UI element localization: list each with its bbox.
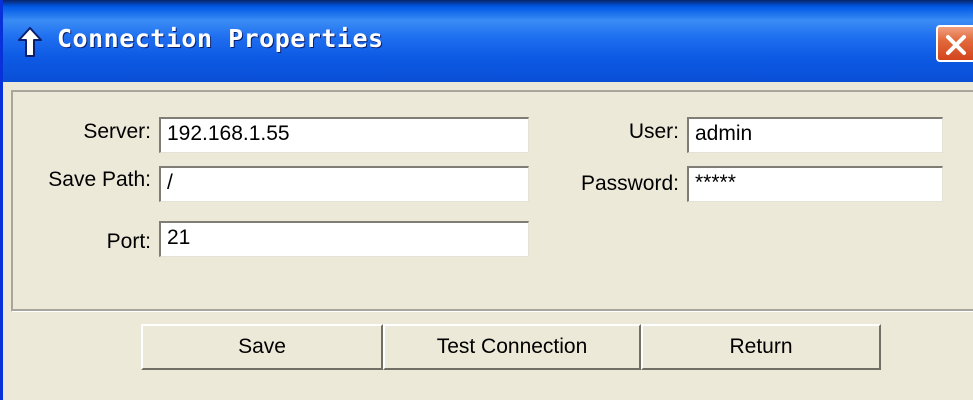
up-arrow-icon xyxy=(17,27,43,57)
save-button[interactable]: Save xyxy=(141,324,383,370)
divider xyxy=(11,309,973,311)
port-input[interactable]: 21 xyxy=(159,221,529,257)
user-label: User: xyxy=(628,120,679,143)
server-input[interactable]: 192.168.1.55 xyxy=(159,117,529,153)
close-button[interactable] xyxy=(936,25,973,62)
window-title: Connection Properties xyxy=(57,24,384,53)
save-path-input[interactable]: / xyxy=(159,166,529,202)
user-input[interactable]: admin xyxy=(687,117,943,153)
port-label: Port: xyxy=(106,230,151,253)
connection-properties-window: Connection Properties Server: 192.168.1.… xyxy=(0,0,973,400)
test-connection-button[interactable]: Test Connection xyxy=(383,324,641,370)
title-bar[interactable]: Connection Properties xyxy=(3,0,973,82)
server-label: Server: xyxy=(83,120,151,143)
return-button[interactable]: Return xyxy=(641,324,881,370)
save-path-label: Save Path: xyxy=(48,168,151,191)
password-label: Password: xyxy=(580,172,679,195)
password-input[interactable]: ***** xyxy=(687,166,943,202)
